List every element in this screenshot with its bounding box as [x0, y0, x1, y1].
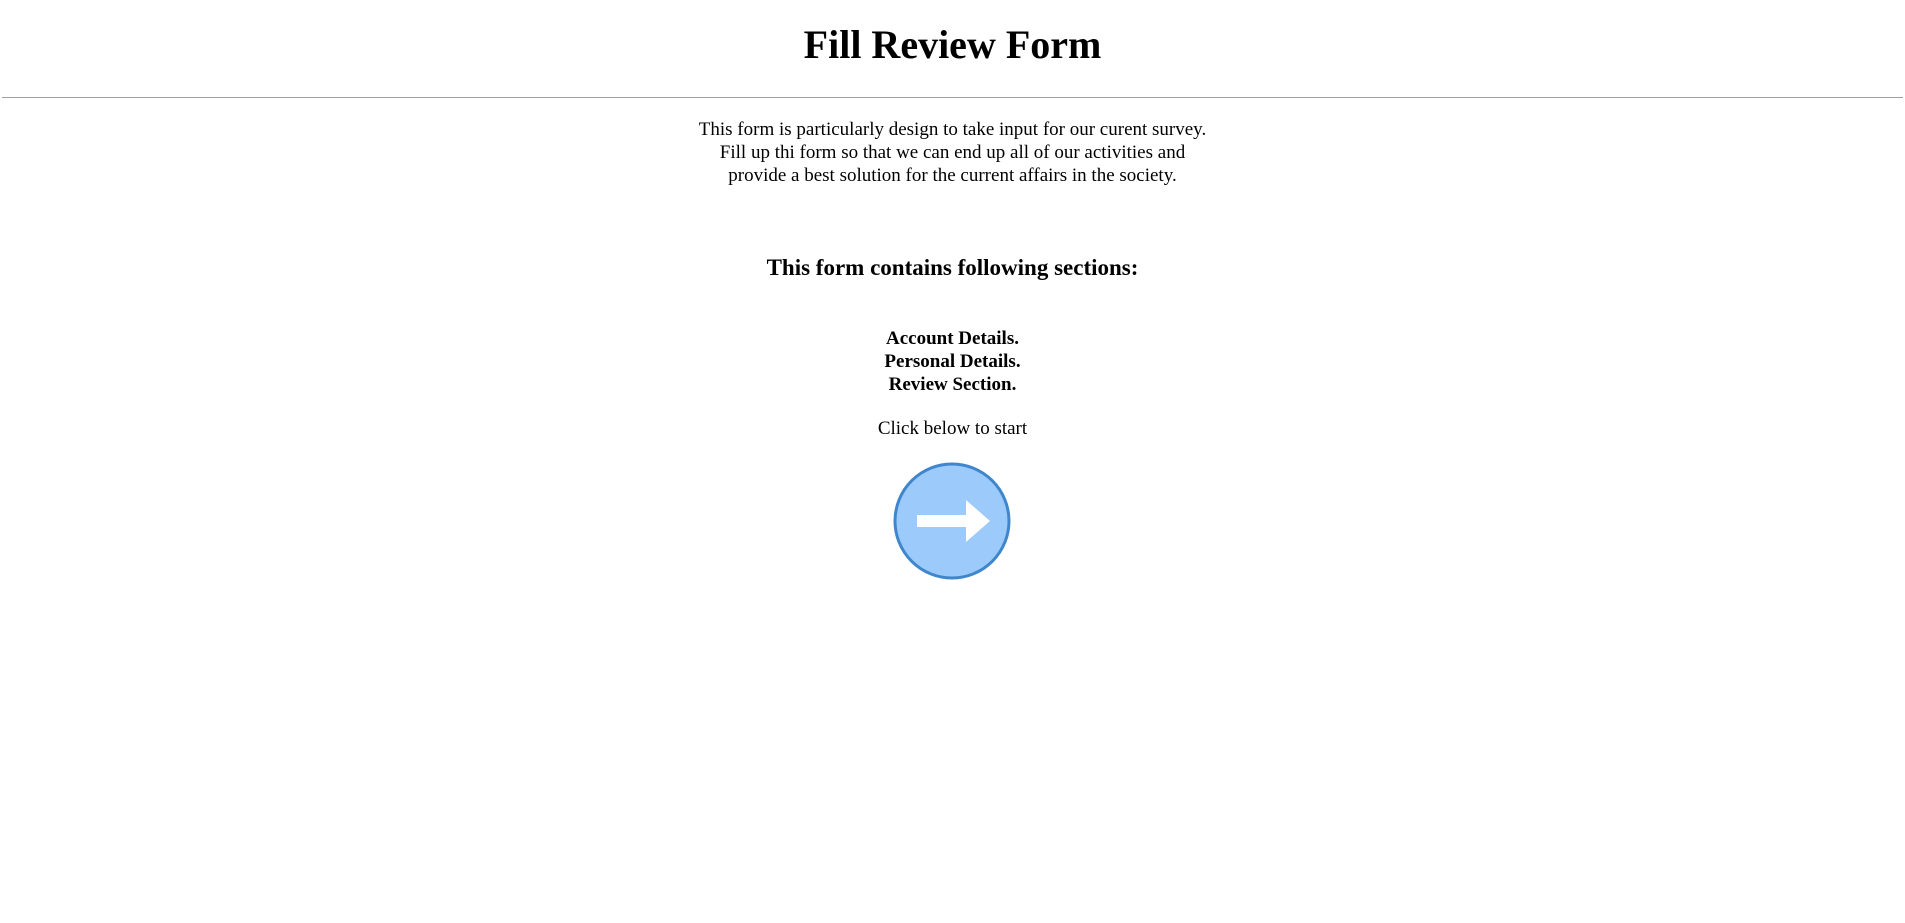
page-title: Fill Review Form [803, 22, 1102, 67]
intro-text: This form is particularly design to take… [0, 118, 1905, 187]
sections-list: Account Details. Personal Details. Revie… [0, 327, 1905, 396]
start-prompt: Click below to start [877, 418, 1028, 439]
start-button[interactable] [893, 462, 1011, 580]
intro-line: This form is particularly design to take… [698, 119, 1207, 140]
intro-line: Fill up thi form so that we can end up a… [719, 142, 1186, 163]
section-item-review: Review Section. [888, 374, 1017, 395]
page: Fill Review Form This form is particular… [0, 0, 1905, 923]
arrow-right-icon [893, 462, 1011, 580]
header-divider [2, 97, 1903, 98]
sections-heading: This form contains following sections: [766, 255, 1139, 280]
section-item-personal: Personal Details. [884, 351, 1021, 372]
intro-line: provide a best solution for the current … [728, 165, 1177, 186]
section-item-account: Account Details. [886, 328, 1019, 349]
